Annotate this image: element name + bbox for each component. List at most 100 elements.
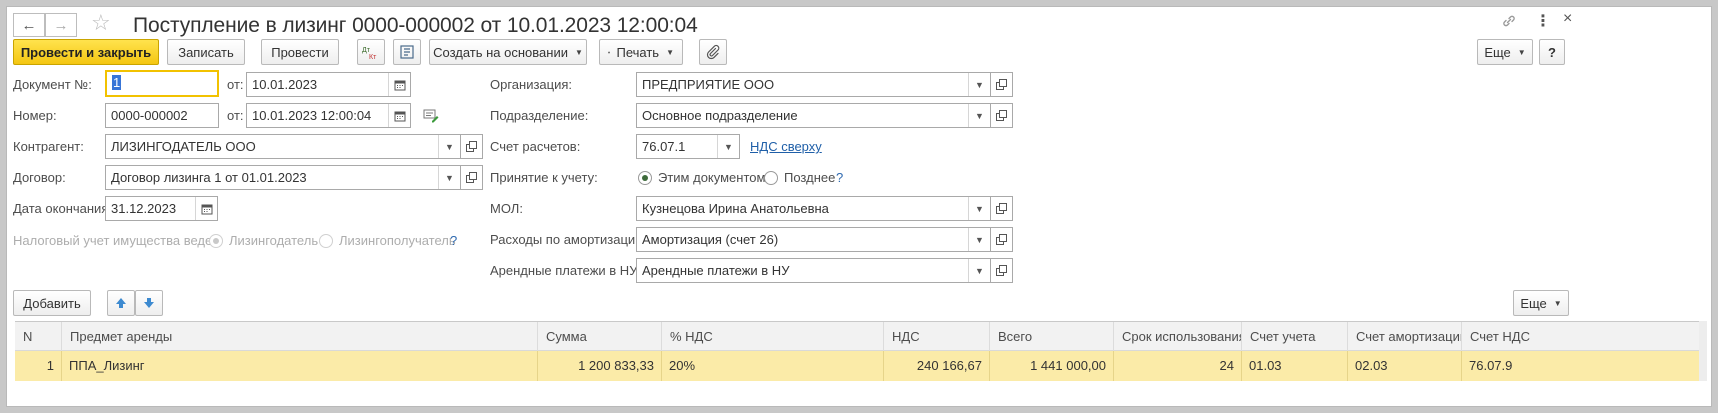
create-on-basis-label: Создать на основании <box>433 44 568 60</box>
help-button[interactable]: ? <box>1539 39 1565 65</box>
favorite-star-icon[interactable]: ☆ <box>91 10 111 36</box>
lease-payments-open-button[interactable] <box>991 258 1013 283</box>
chevron-down-icon[interactable]: ▼ <box>968 73 990 96</box>
mol-value: Кузнецова Ирина Анатольевна <box>642 201 829 216</box>
chevron-down-icon[interactable]: ▼ <box>968 259 990 282</box>
back-button[interactable]: ← <box>13 13 45 37</box>
link-icon[interactable] <box>1501 13 1517 32</box>
doc-number-input[interactable]: 1 <box>105 70 219 97</box>
organization-input[interactable]: ПРЕДПРИЯТИЕ ООО ▼ <box>636 72 991 97</box>
chevron-down-icon[interactable]: ▼ <box>968 197 990 220</box>
move-down-button[interactable] <box>135 290 163 316</box>
create-on-basis-button[interactable]: Создать на основании ▼ <box>429 39 587 65</box>
move-up-button[interactable] <box>107 290 135 316</box>
calendar-icon[interactable] <box>195 197 217 220</box>
tax-help-icon[interactable]: ? <box>450 233 457 248</box>
contract-open-button[interactable] <box>461 165 483 190</box>
mol-open-button[interactable] <box>991 196 1013 221</box>
column-header-usage-term[interactable]: Срок использования <box>1113 322 1241 352</box>
arrow-left-icon: ← <box>21 16 37 34</box>
calendar-icon[interactable] <box>388 104 410 127</box>
open-window-icon <box>466 141 477 152</box>
chevron-down-icon[interactable]: ▼ <box>717 135 739 158</box>
accept-later-radio[interactable] <box>764 171 778 185</box>
number-input[interactable]: 0000-000002 <box>105 103 219 128</box>
column-header-n[interactable]: N <box>15 322 61 352</box>
doc-date-value: 10.01.2023 <box>252 77 318 92</box>
organization-label: Организация: <box>490 77 573 92</box>
save-button[interactable]: Записать <box>167 39 245 65</box>
column-header-item[interactable]: Предмет аренды <box>61 322 537 352</box>
svg-text:Кт: Кт <box>369 54 377 60</box>
amortization-open-button[interactable] <box>991 227 1013 252</box>
column-header-account[interactable]: Счет учета <box>1241 322 1347 352</box>
tax-lessor-radio[interactable] <box>209 234 223 248</box>
post-and-close-button[interactable]: Провести и закрыть <box>13 39 159 65</box>
dt-kt-button[interactable]: Дт Кт <box>357 39 385 65</box>
doc-date-input[interactable]: 10.01.2023 <box>246 72 411 97</box>
doc-number-value: 1 <box>112 75 122 90</box>
number-value: 0000-000002 <box>111 108 188 123</box>
contract-input[interactable]: Договор лизинга 1 от 01.01.2023 ▼ <box>105 165 461 190</box>
column-header-amortization-account[interactable]: Счет амортизации <box>1347 322 1461 352</box>
chevron-down-icon: ▼ <box>1517 47 1526 57</box>
vat-on-top-link[interactable]: НДС сверху <box>750 139 822 154</box>
open-window-icon <box>996 265 1007 276</box>
cell-vat: 240 166,67 <box>883 351 989 381</box>
chevron-down-icon[interactable]: ▼ <box>968 104 990 127</box>
structure-button[interactable] <box>393 39 421 65</box>
organization-value: ПРЕДПРИЯТИЕ ООО <box>642 77 775 92</box>
department-value: Основное подразделение <box>642 108 798 123</box>
tax-lessee-radio[interactable] <box>319 234 333 248</box>
forward-button[interactable]: → <box>45 13 77 37</box>
attach-button[interactable] <box>699 39 727 65</box>
cell-sum: 1 200 833,33 <box>537 351 661 381</box>
post-button[interactable]: Провести <box>261 39 339 65</box>
counterparty-open-button[interactable] <box>461 134 483 159</box>
add-row-button[interactable]: Добавить <box>13 290 91 316</box>
acceptance-help-icon[interactable]: ? <box>836 170 843 185</box>
chevron-down-icon[interactable]: ▼ <box>438 135 460 158</box>
column-header-vat[interactable]: НДС <box>883 322 989 352</box>
more-vertical-icon[interactable]: ⋮ <box>1535 11 1551 31</box>
mol-input[interactable]: Кузнецова Ирина Анатольевна ▼ <box>636 196 991 221</box>
close-icon[interactable]: × <box>1563 10 1572 28</box>
cell-n: 1 <box>46 358 54 373</box>
column-header-vat-rate[interactable]: % НДС <box>661 322 883 352</box>
print-button[interactable]: Печать ▼ <box>599 39 683 65</box>
settlement-account-input[interactable]: 76.07.1 ▼ <box>636 134 740 159</box>
open-window-icon <box>996 110 1007 121</box>
comment-edit-icon[interactable] <box>423 109 439 126</box>
end-date-input[interactable]: 31.12.2023 <box>105 196 218 221</box>
accept-this-document-radio[interactable] <box>638 171 652 185</box>
column-header-sum[interactable]: Сумма <box>537 322 661 352</box>
amortization-input[interactable]: Амортизация (счет 26) ▼ <box>636 227 991 252</box>
department-input[interactable]: Основное подразделение ▼ <box>636 103 991 128</box>
column-header-total[interactable]: Всего <box>989 322 1113 352</box>
open-window-icon <box>996 234 1007 245</box>
tax-lessor-label: Лизингодатель <box>229 233 319 248</box>
printer-icon <box>608 50 611 54</box>
arrow-up-icon <box>116 298 126 308</box>
number-datetime-input[interactable]: 10.01.2023 12:00:04 <box>246 103 411 128</box>
lease-payments-input[interactable]: Арендные платежи в НУ ▼ <box>636 258 991 283</box>
table-more-button[interactable]: Еще ▼ <box>1513 290 1569 316</box>
department-open-button[interactable] <box>991 103 1013 128</box>
chevron-down-icon: ▼ <box>1553 298 1562 308</box>
lease-payments-value: Арендные платежи в НУ <box>642 263 790 278</box>
table-more-label: Еще <box>1520 295 1547 311</box>
column-header-vat-account[interactable]: Счет НДС <box>1461 322 1707 352</box>
calendar-icon[interactable] <box>388 73 410 96</box>
number-datetime-value: 10.01.2023 12:00:04 <box>252 108 372 123</box>
table-header: N Предмет аренды Сумма % НДС НДС Всего С… <box>15 321 1707 352</box>
organization-open-button[interactable] <box>991 72 1013 97</box>
cell-total: 1 441 000,00 <box>989 351 1113 381</box>
chevron-down-icon[interactable]: ▼ <box>438 166 460 189</box>
chevron-down-icon[interactable]: ▼ <box>968 228 990 251</box>
table-row[interactable]: 1 ППА_Лизинг 1 200 833,33 20% 240 166,67… <box>15 351 1707 381</box>
department-label: Подразделение: <box>490 108 589 123</box>
more-button[interactable]: Еще ▼ <box>1477 39 1533 65</box>
table-scrollbar[interactable] <box>1699 321 1707 381</box>
counterparty-input[interactable]: ЛИЗИНГОДАТЕЛЬ ООО ▼ <box>105 134 461 159</box>
amortization-label: Расходы по амортизации: <box>490 232 647 247</box>
